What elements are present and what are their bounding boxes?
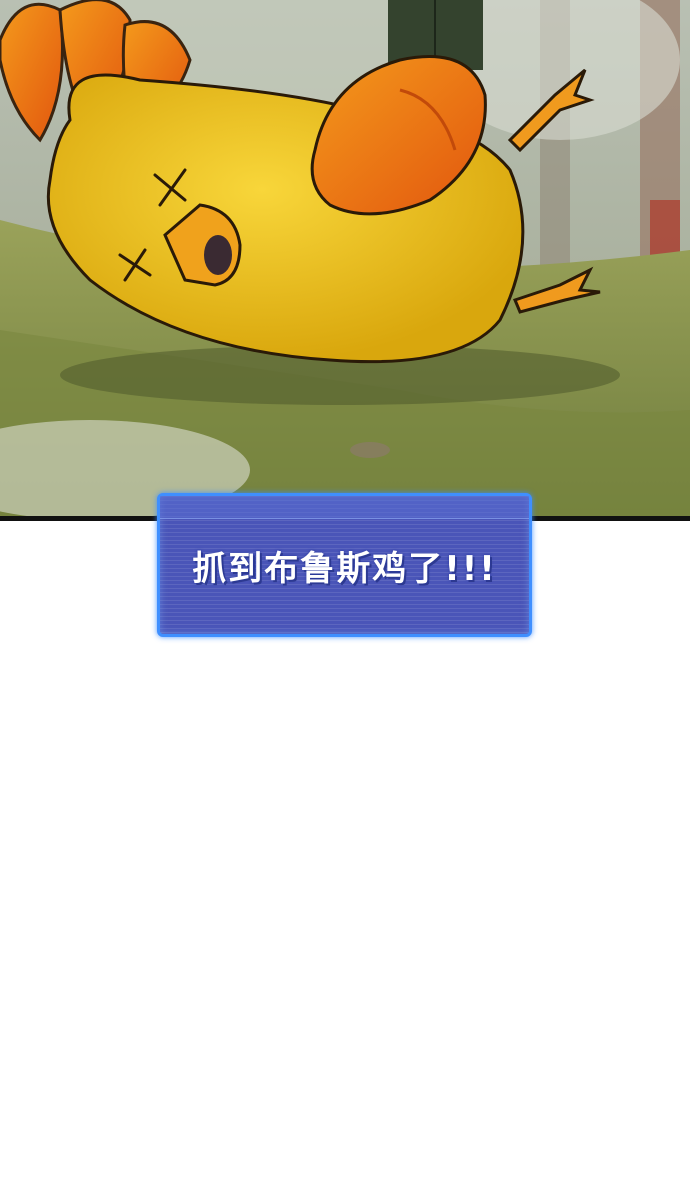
caption-header-band: [160, 496, 529, 519]
comic-illustration: [0, 0, 690, 520]
comic-panel: [0, 0, 690, 520]
caption-box: 抓到布鲁斯鸡了!!!: [157, 493, 532, 637]
caption-text: 抓到布鲁斯鸡了!!!: [192, 548, 497, 589]
